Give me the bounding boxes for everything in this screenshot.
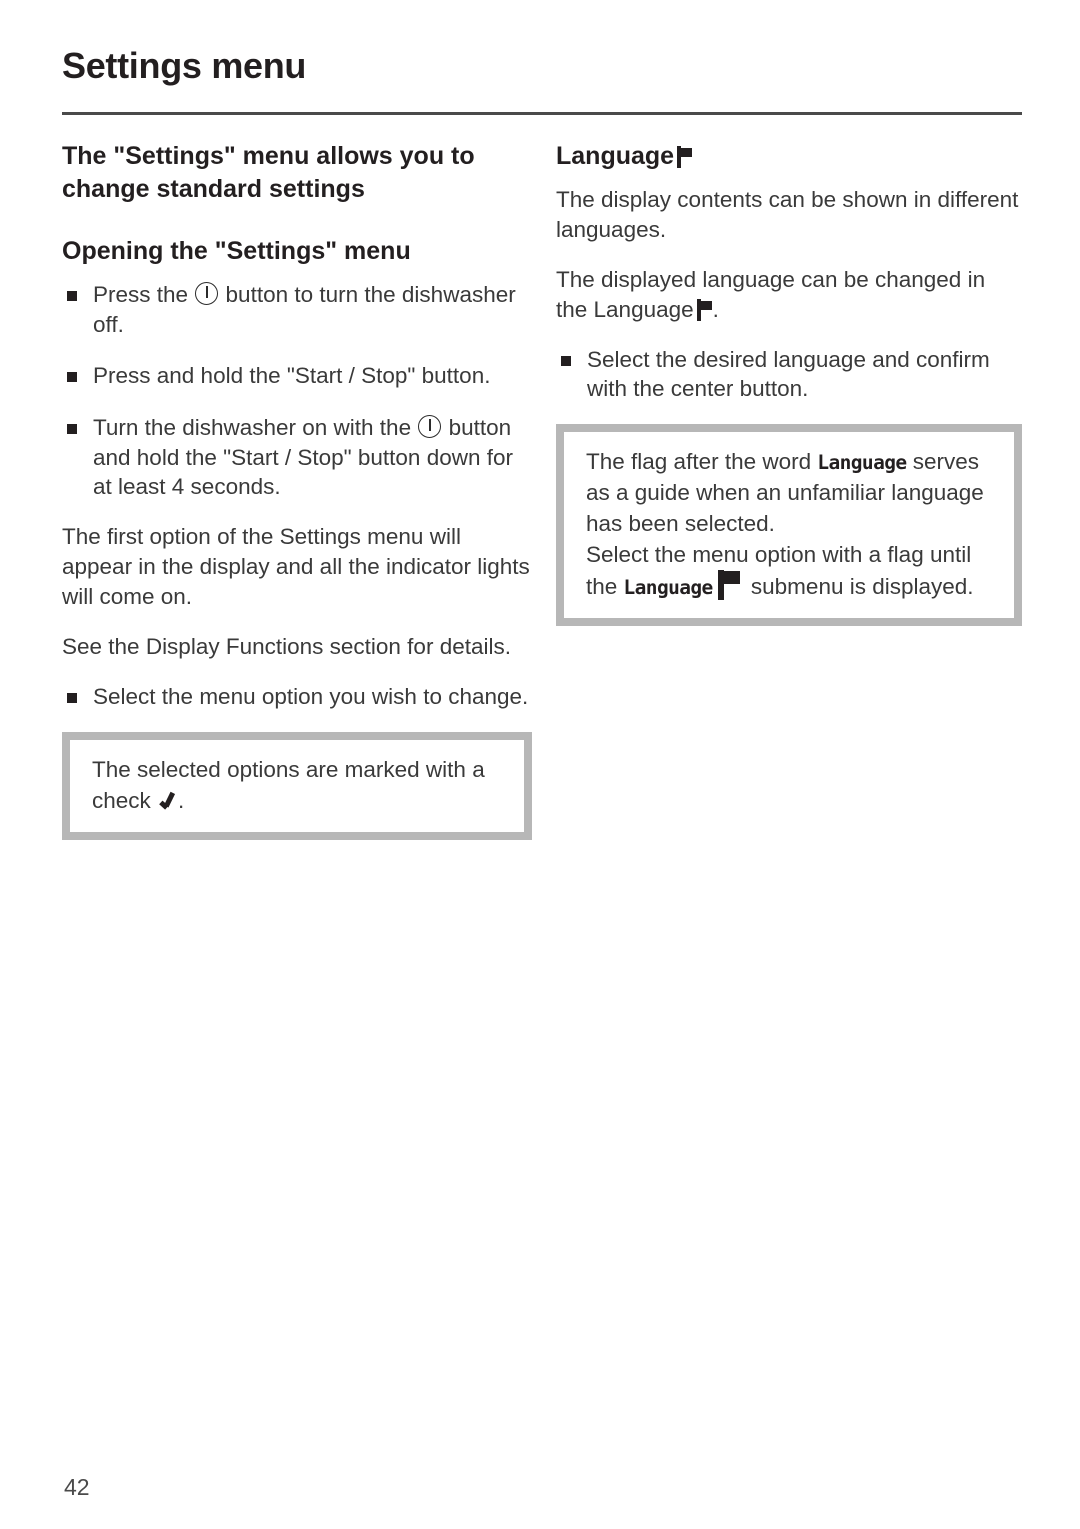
manual-page: Settings menu The "Settings" menu allows… bbox=[0, 0, 1080, 1529]
bullet-square-icon bbox=[561, 355, 571, 366]
note-box-selected-options: The selected options are marked with a c… bbox=[62, 731, 532, 840]
section-heading-settings-menu: The "Settings" menu allows you to change… bbox=[62, 142, 475, 203]
opening-steps-list: Press the button to turn the dishwasher … bbox=[62, 280, 532, 502]
paragraph-display-functions: See the Display Functions section for de… bbox=[62, 634, 511, 660]
step-text: Select the desired language and confirm … bbox=[587, 346, 990, 402]
check-mark-icon bbox=[160, 791, 178, 811]
note-text-select-option: Select the menu option with a flag until… bbox=[586, 539, 996, 602]
step-text-before: Press the bbox=[93, 282, 195, 307]
flag-icon bbox=[717, 570, 740, 601]
left-column: The "Settings" menu allows you to change… bbox=[62, 140, 532, 840]
bullet-square-icon bbox=[67, 372, 77, 383]
flag-icon bbox=[677, 146, 693, 168]
bullet-square-icon bbox=[67, 291, 77, 301]
note-text-after: . bbox=[178, 787, 185, 813]
list-item: Turn the dishwasher on with the button a… bbox=[62, 413, 532, 502]
bullet-square-icon bbox=[67, 692, 77, 703]
paragraph-display-contents: The display contents can be shown in dif… bbox=[556, 187, 1019, 242]
bullet-square-icon bbox=[67, 424, 77, 435]
note-text-flag-meaning: The flag after the word Language serves … bbox=[586, 446, 996, 539]
paragraph-first-option: The first option of the Settings menu wi… bbox=[62, 524, 530, 609]
list-item: Select the desired language and confirm … bbox=[556, 345, 1022, 404]
list-item: Press and hold the "Start / Stop" button… bbox=[62, 361, 532, 391]
language-steps-list: Select the desired language and confirm … bbox=[556, 345, 1022, 404]
lcd-word-language: Language bbox=[817, 451, 907, 475]
paragraph-change-language: The displayed language can be changed in… bbox=[556, 265, 1022, 324]
list-item: Select the menu option you wish to chang… bbox=[62, 682, 532, 712]
power-button-icon bbox=[195, 282, 219, 305]
page-title: Settings menu bbox=[62, 45, 307, 86]
heading-label: Language bbox=[556, 142, 675, 170]
step-text-before: Turn the dishwasher on with the bbox=[93, 415, 418, 441]
step-text: Press and hold the "Start / Stop" button… bbox=[93, 363, 491, 389]
select-option-list: Select the menu option you wish to chang… bbox=[62, 682, 532, 712]
section-heading-language: Language bbox=[556, 140, 1022, 172]
list-item: Press the button to turn the dishwasher … bbox=[62, 280, 532, 339]
flag-icon bbox=[696, 299, 712, 322]
lcd-word-language: Language bbox=[623, 576, 714, 600]
page-header: Settings menu bbox=[62, 46, 1020, 86]
paragraph-text-after: . bbox=[712, 297, 719, 323]
header-divider bbox=[62, 112, 1022, 115]
note-text-before: The flag after the word bbox=[586, 449, 818, 475]
step-text: Select the menu option you wish to chang… bbox=[93, 683, 529, 709]
note-text: The selected options are marked with a c… bbox=[92, 754, 506, 816]
section-heading-opening-settings: Opening the "Settings" menu bbox=[62, 237, 411, 265]
note-box-flag-guide: The flag after the word Language serves … bbox=[556, 424, 1022, 627]
right-column: Language The display contents can be sho… bbox=[556, 140, 1022, 627]
note-text-after: submenu is displayed. bbox=[744, 574, 974, 600]
note-text-before: The selected options are marked with a c… bbox=[92, 756, 485, 813]
page-number: 42 bbox=[64, 1474, 90, 1500]
power-button-icon bbox=[418, 415, 442, 439]
paragraph-text-before: The displayed language can be changed in… bbox=[556, 267, 986, 323]
